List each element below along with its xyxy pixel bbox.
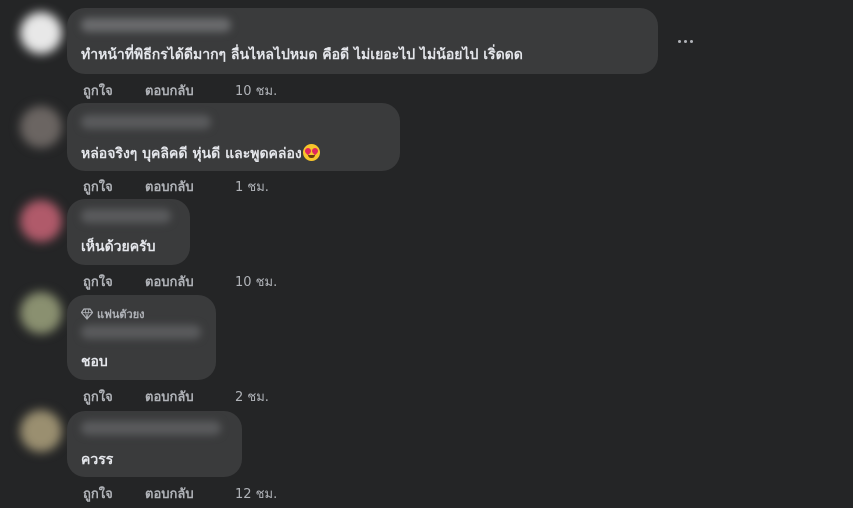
comment-item: ควรร ถูกใจ ตอบกลับ 12 ชม. bbox=[0, 0, 853, 508]
comment-actions: ถูกใจ ตอบกลับ 12 ชม. bbox=[83, 483, 277, 504]
timestamp[interactable]: 12 ชม. bbox=[235, 483, 277, 504]
comment-bubble: ควรร bbox=[67, 411, 242, 477]
commenter-name[interactable] bbox=[81, 421, 221, 435]
avatar[interactable] bbox=[20, 410, 62, 452]
like-button[interactable]: ถูกใจ bbox=[83, 483, 145, 504]
reply-button[interactable]: ตอบกลับ bbox=[145, 483, 235, 504]
comment-text: ควรร bbox=[81, 452, 114, 468]
